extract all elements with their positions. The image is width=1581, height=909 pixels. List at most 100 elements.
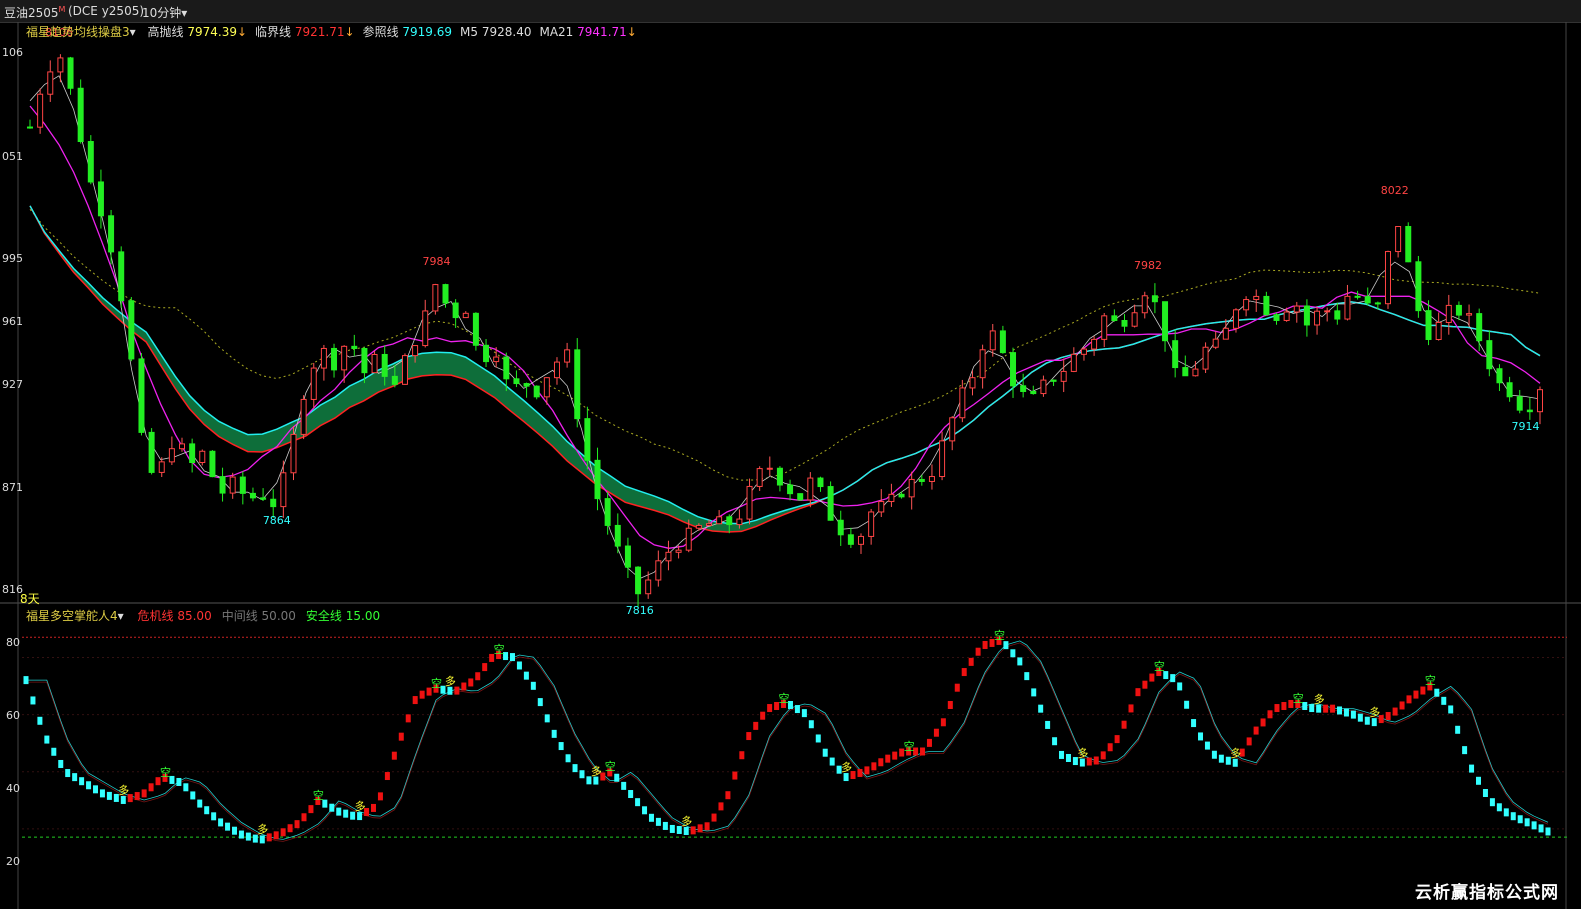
short-signal-label: 空 xyxy=(1292,691,1304,705)
candle-body xyxy=(635,566,642,595)
osc-bar xyxy=(1385,712,1391,721)
long-signal-label: 多 xyxy=(841,761,853,775)
days-label: 8天 xyxy=(20,592,40,606)
candle-body xyxy=(412,345,419,357)
osc-bar xyxy=(370,803,376,812)
osc-bar xyxy=(58,759,64,768)
candle-body xyxy=(1486,340,1493,370)
candle-body xyxy=(979,349,986,379)
candle-body xyxy=(310,367,317,400)
osc-bar xyxy=(1114,735,1120,744)
candle-body xyxy=(1506,382,1513,398)
osc-bar xyxy=(933,728,939,737)
candle-body xyxy=(1384,251,1391,305)
osc-bar xyxy=(822,748,828,757)
osc-bar xyxy=(1476,776,1482,785)
watermark: 云析赢指标公式网 xyxy=(1415,883,1559,903)
osc-bar xyxy=(1482,789,1488,798)
long-signal-label: 多 xyxy=(681,814,693,828)
candle-body xyxy=(341,345,348,371)
candle-body xyxy=(766,467,773,470)
candle-body xyxy=(756,468,763,487)
candle-body xyxy=(553,361,560,379)
candle-body xyxy=(1354,295,1361,298)
osc-bar xyxy=(37,716,43,725)
osc-bar xyxy=(218,818,224,827)
osc-bar xyxy=(746,732,752,741)
osc-bar xyxy=(753,721,759,730)
osc-y-tick-label: 80 xyxy=(6,636,20,649)
candle-body xyxy=(827,486,834,521)
price-annotation: 8022 xyxy=(1380,183,1409,197)
candle-body xyxy=(1060,370,1067,382)
candle-body xyxy=(685,527,692,551)
candle-body xyxy=(493,356,500,363)
osc-bar xyxy=(65,769,71,778)
osc-bar xyxy=(544,714,550,723)
short-signal-label: 空 xyxy=(431,676,443,690)
osc-bar xyxy=(1330,704,1336,713)
osc-bar xyxy=(920,747,926,756)
osc-bar xyxy=(697,824,703,833)
osc-bar xyxy=(238,830,244,839)
candle-body xyxy=(361,348,368,374)
osc-bar xyxy=(183,783,189,792)
candle-body xyxy=(1192,368,1199,377)
price-annotation: 7816 xyxy=(625,604,654,617)
candle-body xyxy=(158,461,165,473)
osc-bar xyxy=(947,700,953,709)
osc-bar xyxy=(954,683,960,692)
osc-bar xyxy=(732,771,738,780)
osc-bar xyxy=(1184,700,1190,709)
osc-bar xyxy=(231,826,237,835)
osc-bar xyxy=(1406,695,1412,704)
osc-bar xyxy=(648,813,654,822)
candle-body xyxy=(472,312,479,346)
short-signal-label: 空 xyxy=(604,760,616,774)
trend-band-green xyxy=(30,205,931,533)
candle-body xyxy=(807,477,814,501)
osc-bar xyxy=(857,768,863,777)
candle-body xyxy=(260,497,267,500)
reference-line xyxy=(29,205,1541,525)
candle-body xyxy=(503,356,510,380)
osc-bar xyxy=(1093,756,1099,765)
candle-body xyxy=(868,511,875,537)
candle-body xyxy=(351,345,358,350)
candle-body xyxy=(462,312,469,319)
osc-bar xyxy=(1350,710,1356,719)
candle-body xyxy=(564,349,571,363)
candle-body xyxy=(320,347,327,369)
osc-bar xyxy=(1489,798,1495,807)
osc-y-tick-label: 60 xyxy=(6,709,20,722)
osc-bar xyxy=(134,792,140,801)
long-signal-label: 多 xyxy=(1369,706,1381,720)
candle-body xyxy=(1010,352,1017,387)
sub-indicator-legend[interactable]: 福星多空掌舵人4▾ 危机线 85.00 中间线 50.00 安全线 15.00 xyxy=(26,607,380,624)
main-indicator-legend[interactable]: 福星趋势均线操盘3▾ 高抛线 7974.39↓ 临界线 7921.71↓ 参照线 7… xyxy=(26,23,637,40)
candle-body xyxy=(97,181,104,217)
candle-body xyxy=(584,418,591,461)
candle-body xyxy=(969,377,976,389)
osc-bar xyxy=(308,805,314,814)
osc-bar xyxy=(975,647,981,656)
osc-bar xyxy=(475,672,481,681)
candle-body xyxy=(655,560,662,581)
candle-body xyxy=(604,498,611,526)
candle-body xyxy=(87,141,94,183)
osc-signal-line-red xyxy=(26,642,1549,842)
osc-bar xyxy=(579,770,585,779)
osc-bar xyxy=(1142,680,1148,689)
osc-bar xyxy=(760,711,766,720)
osc-bar xyxy=(871,762,877,771)
osc-bar xyxy=(176,777,182,786)
osc-bar xyxy=(377,792,383,801)
y-tick-label: 051 xyxy=(2,150,23,163)
candle-body xyxy=(249,492,256,499)
osc-bar xyxy=(1455,725,1461,734)
candle-body xyxy=(280,472,287,508)
candle-body xyxy=(1111,315,1118,322)
candle-body xyxy=(543,377,550,398)
osc-bar xyxy=(1128,704,1134,713)
osc-bar xyxy=(148,783,154,792)
